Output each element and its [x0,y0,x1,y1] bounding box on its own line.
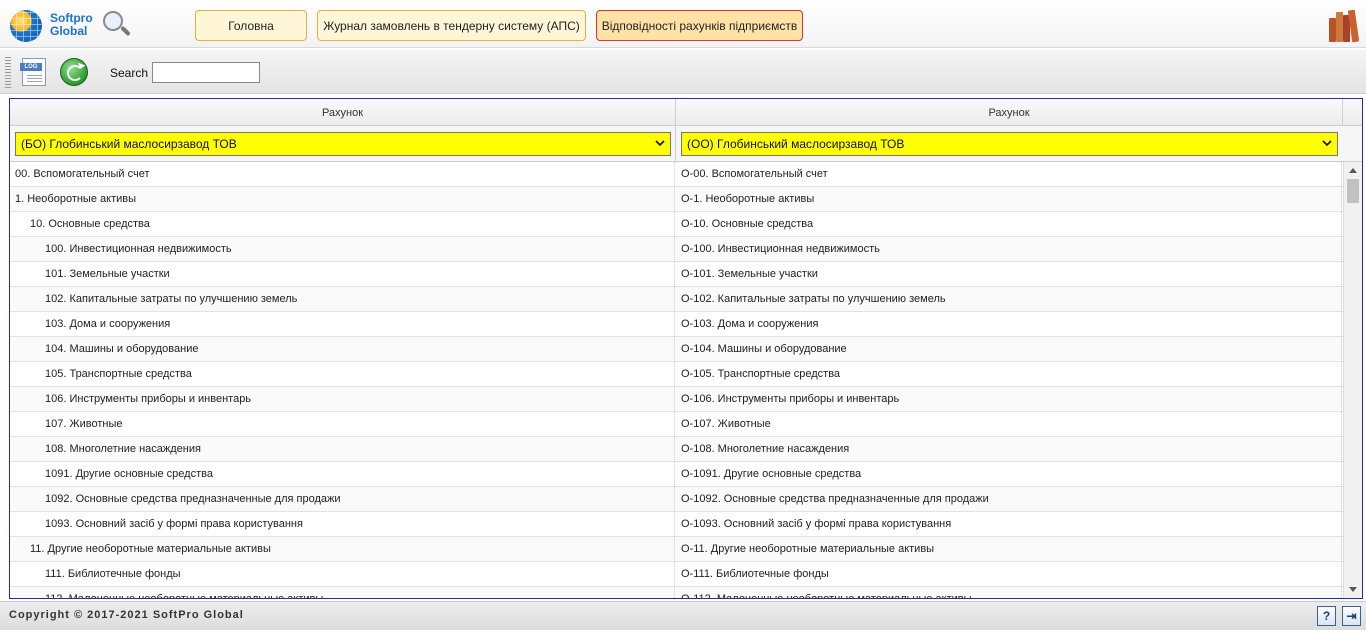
left-account-cell[interactable]: 101. Земельные участки [10,262,675,287]
brand-line-2: Global [50,24,88,38]
app-header: Softpro Global Головна Журнал замовлень … [0,0,1366,48]
left-account-cell[interactable]: 107. Животные [10,412,675,437]
left-account-cell[interactable]: 100. Инвестиционная недвижимость [10,237,675,262]
table-row[interactable]: 1. Необоротные активы О-1. Необоротные ак… [10,187,1343,212]
grid-rows: 00. Вспомогательный счет О-00. Вспомогате… [10,162,1343,598]
exit-button[interactable]: ⇥ [1342,606,1361,626]
right-account-cell[interactable]: О-00. Вспомогательный счет [676,162,1342,187]
right-account-cell[interactable]: О-104. Машины и оборудование [676,337,1342,362]
toolbar-grip-handle[interactable] [5,56,11,88]
table-row[interactable]: 105. Транспортные средства О-105. Транспо… [10,362,1343,387]
magnifier-icon [101,9,131,43]
right-account-cell[interactable]: О-10. Основные средства [676,212,1342,237]
refresh-icon[interactable] [60,58,88,86]
table-row[interactable]: 1093. Основний засіб у формі права корис… [10,512,1343,537]
right-account-cell[interactable]: О-102. Капитальные затраты по улучшению … [676,287,1342,312]
right-account-cell[interactable]: О-11. Другие необоротные материальные ак… [676,537,1342,562]
right-company-select[interactable]: (ОО) Глобинський маслосирзавод ТОВ [681,132,1338,156]
nav-tender-orders-button[interactable]: Журнал замовлень в тендерну систему (АПС… [317,10,586,41]
books-icon[interactable] [1329,9,1361,43]
chevron-down-icon [655,140,665,147]
grid-header: Рахунок Рахунок [10,99,1362,126]
page: Softpro Global Головна Журнал замовлень … [0,0,1366,630]
right-company-select-value: (ОО) Глобинський маслосирзавод ТОВ [687,137,905,151]
right-account-cell[interactable]: О-101. Земельные участки [676,262,1342,287]
right-account-cell[interactable]: О-1. Необоротные активы [676,187,1342,212]
accounts-grid: Рахунок Рахунок (БО) Глобинський маслоси… [9,98,1363,599]
right-account-cell[interactable]: О-1093. Основний засіб у формі права кор… [676,512,1342,537]
search-label: Search [110,66,149,80]
log-icon[interactable]: LOG [20,58,50,86]
nav-home-button[interactable]: Головна [195,10,307,41]
table-row[interactable]: 106. Инструменты приборы и инвентарь О-10… [10,387,1343,412]
globe-icon [10,10,42,42]
table-row[interactable]: 11. Другие необоротные материальные акти… [10,537,1343,562]
brand-name: Softpro Global [50,12,93,38]
right-account-cell[interactable]: О-112. Малоценные необоротные материальн… [676,587,1342,598]
table-row[interactable]: 00. Вспомогательный счет О-00. Вспомогате… [10,162,1343,187]
left-account-cell[interactable]: 112. Малоценные необоротные материальные… [10,587,675,598]
copyright-text: Copyright © 2017-2021 SoftPro Global [9,609,244,621]
log-tag: LOG [20,63,42,71]
right-account-cell[interactable]: О-100. Инвестиционная недвижимость [676,237,1342,262]
table-row[interactable]: 112. Малоценные необоротные материальные… [10,587,1343,598]
table-row[interactable]: 1092. Основные средства предназначенные … [10,487,1343,512]
left-account-cell[interactable]: 1091. Другие основные средства [10,462,675,487]
right-account-cell[interactable]: О-108. Многолетние насаждения [676,437,1342,462]
left-account-cell[interactable]: 106. Инструменты приборы и инвентарь [10,387,675,412]
right-account-cell[interactable]: О-107. Животные [676,412,1342,437]
right-account-cell[interactable]: О-111. Библиотечные фонды [676,562,1342,587]
left-account-cell[interactable]: 104. Машины и оборудование [10,337,675,362]
left-account-cell[interactable]: 1. Необоротные активы [10,187,675,212]
filter-row: (БО) Глобинський маслосирзавод ТОВ (ОО) … [10,126,1362,162]
left-account-cell[interactable]: 11. Другие необоротные материальные акти… [10,537,675,562]
column-header-right-account[interactable]: Рахунок [676,99,1343,126]
scroll-down-icon[interactable] [1349,587,1357,592]
right-account-cell[interactable]: О-105. Транспортные средства [676,362,1342,387]
column-header-left-account[interactable]: Рахунок [10,99,676,126]
right-account-cell[interactable]: О-1091. Другие основные средства [676,462,1342,487]
scroll-up-icon[interactable] [1349,168,1357,173]
toolbar: LOG Search [0,50,1366,94]
left-account-cell[interactable]: 102. Капитальные затраты по улучшению зе… [10,287,675,312]
table-row[interactable]: 107. Животные О-107. Животные [10,412,1343,437]
help-button[interactable]: ? [1317,606,1336,626]
left-account-cell[interactable]: 10. Основные средства [10,212,675,237]
left-account-cell[interactable]: 108. Многолетние насаждения [10,437,675,462]
left-account-cell[interactable]: 103. Дома и сооружения [10,312,675,337]
search-input[interactable] [152,62,260,83]
table-row[interactable]: 103. Дома и сооружения О-103. Дома и соор… [10,312,1343,337]
table-row[interactable]: 100. Инвестиционная недвижимость О-100. И… [10,237,1343,262]
table-row[interactable]: 1091. Другие основные средства О-1091. Др… [10,462,1343,487]
scroll-thumb[interactable] [1347,179,1359,203]
right-account-cell[interactable]: О-1092. Основные средства предназначенны… [676,487,1342,512]
table-row[interactable]: 102. Капитальные затраты по улучшению зе… [10,287,1343,312]
right-account-cell[interactable]: О-106. Инструменты приборы и инвентарь [676,387,1342,412]
table-row[interactable]: 108. Многолетние насаждения О-108. Многол… [10,437,1343,462]
app-footer: Copyright © 2017-2021 SoftPro Global ? ⇥ [0,601,1366,630]
softpro-logo[interactable]: Softpro Global [8,8,138,44]
left-account-cell[interactable]: 1093. Основний засіб у формі права корис… [10,512,675,537]
left-account-cell[interactable]: 111. Библиотечные фонды [10,562,675,587]
table-row[interactable]: 111. Библиотечные фонды О-111. Библиотечн… [10,562,1343,587]
left-account-cell[interactable]: 1092. Основные средства предназначенные … [10,487,675,512]
left-company-select-value: (БО) Глобинський маслосирзавод ТОВ [21,137,237,151]
grid-scrollbar[interactable] [1343,162,1362,598]
left-company-select[interactable]: (БО) Глобинський маслосирзавод ТОВ [15,132,671,156]
left-account-cell[interactable]: 105. Транспортные средства [10,362,675,387]
chevron-down-icon [1322,140,1332,147]
nav-account-mapping-button[interactable]: Відповідності рахунків підприємств [596,10,803,41]
right-account-cell[interactable]: О-103. Дома и сооружения [676,312,1342,337]
table-row[interactable]: 10. Основные средства О-10. Основные сред… [10,212,1343,237]
table-row[interactable]: 104. Машины и оборудование О-104. Машины … [10,337,1343,362]
table-row[interactable]: 101. Земельные участки О-101. Земельные у… [10,262,1343,287]
left-account-cell[interactable]: 00. Вспомогательный счет [10,162,675,187]
